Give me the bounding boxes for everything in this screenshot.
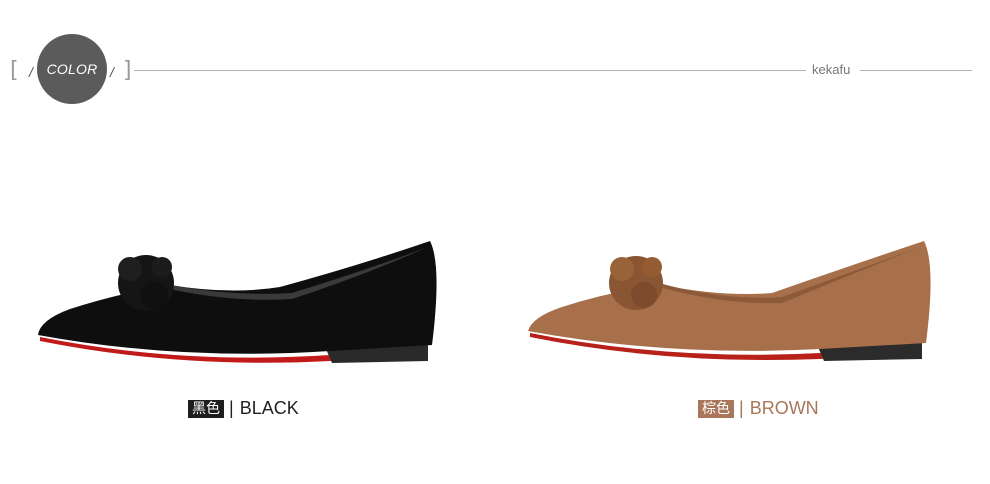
left-bracket-close: ] (123, 58, 132, 83)
color-badge: COLOR (37, 34, 107, 104)
section-header: [ / COLOR / ] kekafu (0, 0, 990, 130)
variant-name-black: BLACK (239, 398, 299, 418)
variant-tag-brown: 棕色 (698, 399, 734, 418)
fur-pompom (118, 255, 174, 311)
left-bracket-open: [ (10, 58, 19, 83)
variant-caption-black: 黑色 | BLACK (188, 398, 299, 419)
header-divider-line (134, 70, 806, 71)
variant-tag-black: 黑色 (188, 399, 224, 418)
header-divider-line-right (860, 70, 972, 71)
right-slash: / (110, 64, 114, 80)
variant-caption-brown: 棕色 | BROWN (698, 398, 819, 419)
variant-name-brown: BROWN (749, 398, 819, 418)
fur-pompom (609, 256, 663, 310)
black-shoe-image (38, 241, 437, 363)
brand-name: kekafu (812, 62, 851, 77)
caption-separator: | (739, 398, 744, 418)
left-slash: / (29, 64, 33, 80)
color-badge-label: COLOR (46, 61, 98, 77)
caption-separator: | (229, 398, 234, 418)
brown-shoe-image (528, 241, 931, 361)
